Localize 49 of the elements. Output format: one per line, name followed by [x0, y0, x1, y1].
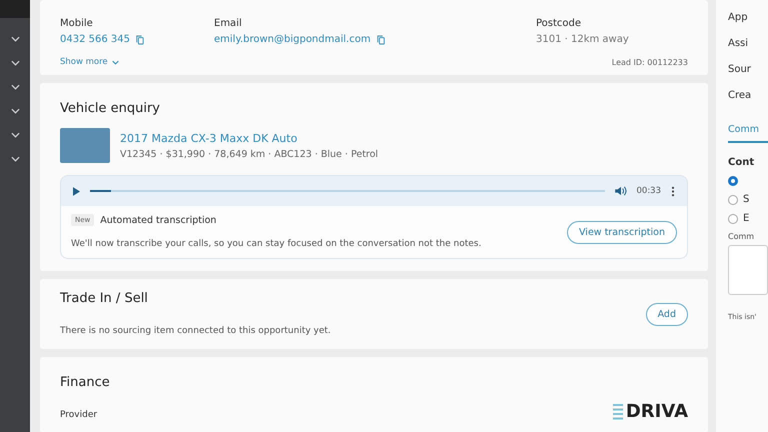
show-more-link[interactable]: Show more [60, 57, 108, 67]
field-label: Postcode [536, 18, 582, 29]
transcription-title: Automated transcription [100, 214, 216, 226]
comment-label: Comm [728, 232, 756, 241]
view-transcription-button[interactable]: View transcription [567, 220, 677, 244]
detail-label: Assi [728, 38, 750, 49]
chevron-icon[interactable] [112, 60, 119, 64]
comments-tab[interactable]: Comm [728, 124, 768, 143]
card-title: Vehicle enquiry [60, 101, 162, 116]
field-label: Mobile [60, 18, 94, 29]
chevron-icon[interactable] [10, 60, 20, 66]
field-label: Provider [60, 410, 98, 420]
photo-placeholder [60, 128, 110, 163]
card-title: Trade In / Sell [60, 291, 149, 306]
chevron-icon[interactable] [10, 132, 20, 138]
radio-button[interactable] [728, 176, 738, 186]
stripes-icon [612, 404, 623, 420]
empty-message: There is no sourcing item connected to this opportunity yet. [60, 326, 331, 336]
chevron-icon[interactable] [10, 156, 20, 162]
chevron-icon[interactable] [10, 108, 20, 114]
contact-label: Cont [728, 157, 756, 168]
radio-label: S [743, 194, 750, 205]
field-value: 3101 · 12km away [536, 34, 629, 45]
detail-label: Sour [728, 64, 752, 75]
audio-time: 00:33 [636, 186, 661, 196]
radio-button[interactable] [728, 214, 738, 224]
copy-icon[interactable] [376, 34, 385, 44]
transcription-text: We'll now transcribe your calls, so you can stay focused on the conversation not the notes. [71, 239, 482, 249]
vehicle-details: V12345 · $31,990 · 78,649 km · ABC123 · Blue · Petrol [120, 148, 378, 160]
field-value[interactable]: 0432 566 345 [60, 34, 130, 45]
chevron-icon[interactable] [10, 84, 20, 90]
chevron-icon[interactable] [10, 36, 20, 42]
copy-icon[interactable] [136, 34, 144, 44]
detail-label: App [728, 12, 749, 23]
comment-field[interactable] [728, 245, 768, 295]
radio-label: E [743, 213, 750, 224]
field-value[interactable]: emily.brown@bigpondmail.com [214, 34, 371, 45]
more-icon[interactable] [671, 186, 675, 196]
sidebar-header [0, 0, 30, 18]
volume-icon[interactable] [614, 186, 626, 196]
provider-logo: DRIVA [626, 403, 688, 421]
card-title: Finance [60, 375, 110, 390]
add-button[interactable]: Add [646, 302, 688, 326]
radio-button[interactable] [728, 194, 738, 204]
lead-id: Lead ID: 00112233 [612, 58, 688, 66]
field-label: Email [214, 18, 243, 29]
play-icon[interactable] [73, 186, 80, 196]
detail-label: Crea [728, 90, 752, 101]
vehicle-link[interactable]: 2017 Mazda CX-3 Maxx DK Auto [120, 132, 378, 144]
